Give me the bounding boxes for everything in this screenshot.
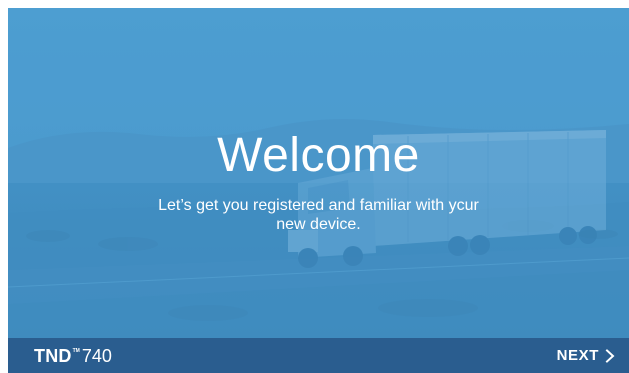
brand-name: TND: [34, 346, 72, 366]
bottom-nav-bar: TND TM 740 NEXT: [8, 338, 629, 373]
trademark-mark: TM: [72, 348, 80, 354]
next-button[interactable]: NEXT: [553, 338, 619, 373]
welcome-title: Welcome: [217, 129, 420, 182]
welcome-screen: Welcome Let’s get you registered and fam…: [8, 8, 629, 338]
welcome-subtitle: Let’s get you registered and familiar wi…: [158, 197, 479, 233]
chevron-right-icon: [605, 348, 615, 363]
brand-logo: TND TM 740: [34, 346, 112, 366]
device-screen: Welcome Let’s get you registered and fam…: [8, 8, 629, 373]
next-button-label: NEXT: [556, 347, 599, 364]
brand-model-number: 740: [81, 346, 112, 366]
welcome-content: Welcome Let’s get you registered and fam…: [8, 8, 629, 338]
